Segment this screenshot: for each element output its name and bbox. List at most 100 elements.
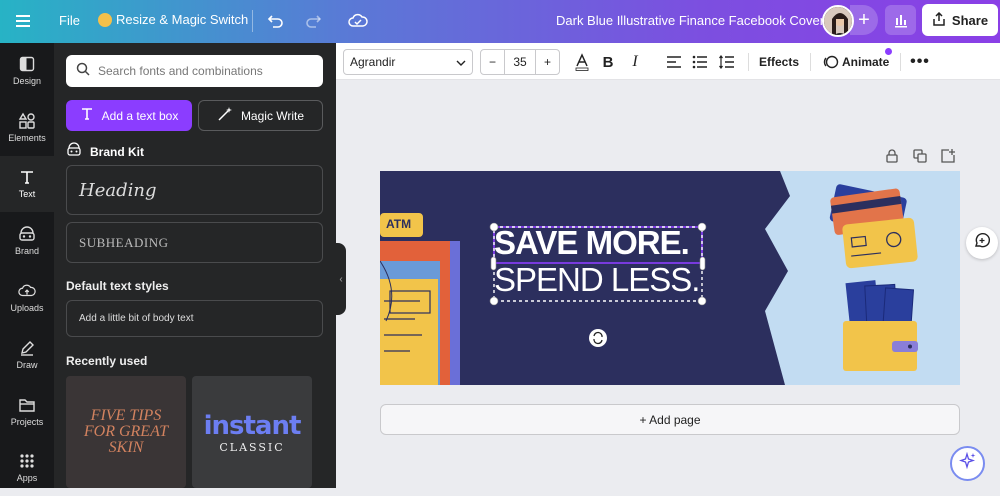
bold-icon[interactable]: B <box>598 52 618 72</box>
more-options-icon[interactable]: ••• <box>910 52 930 72</box>
resize-button[interactable]: Resize & Magic Switch <box>98 12 248 27</box>
layout-icon <box>18 55 36 73</box>
resize-label: Resize & Magic Switch <box>116 12 249 27</box>
nav-elements[interactable]: Elements <box>0 100 54 156</box>
shapes-icon <box>18 112 36 130</box>
text-color-icon[interactable] <box>572 52 592 72</box>
font-search[interactable] <box>66 55 323 87</box>
top-bar: File Resize & Magic Switch Dark Blue Ill… <box>0 0 1000 43</box>
brand-icon <box>18 225 36 243</box>
text-format-toolbar: Agrandir − 35 + B I Effects Animate ••• <box>336 43 1000 80</box>
combo-title: instant <box>203 410 302 441</box>
new-badge <box>885 48 892 55</box>
duplicate-icon[interactable] <box>912 148 928 164</box>
nav-draw[interactable]: Draw <box>0 327 54 383</box>
menu-icon[interactable] <box>14 12 34 30</box>
add-page-button[interactable]: + Add page <box>380 404 960 435</box>
font-size-stepper: − 35 + <box>480 49 560 75</box>
headline-spend-less[interactable]: SPEND LESS. <box>494 261 700 299</box>
undo-icon[interactable] <box>265 10 287 32</box>
font-family-select[interactable]: Agrandir <box>343 49 473 75</box>
divider <box>810 53 811 71</box>
spacing-icon[interactable] <box>717 52 737 72</box>
nav-design-label: Design <box>12 76 41 86</box>
nav-brand[interactable]: Brand <box>0 213 54 269</box>
nav-elements-label: Elements <box>8 133 46 143</box>
text-icon <box>18 168 36 186</box>
combo-subtitle: CLASSIC <box>219 440 285 454</box>
add-page-icon[interactable] <box>940 148 956 164</box>
grid-icon <box>18 452 36 470</box>
magic-wand-icon <box>217 106 233 125</box>
nav-projects-label: Projects <box>10 417 44 427</box>
combo-line: FOR GREAT <box>83 423 169 440</box>
share-label: Share <box>951 12 989 28</box>
animate-icon <box>821 52 841 72</box>
nav-text-label: Text <box>18 189 36 199</box>
font-size-value[interactable]: 35 <box>505 50 535 74</box>
share-icon <box>932 11 946 29</box>
nav-design[interactable]: Design <box>0 43 54 99</box>
nav-uploads-label: Uploads <box>10 303 44 313</box>
add-text-box-label: Add a text box <box>101 108 179 123</box>
search-input[interactable] <box>98 64 313 78</box>
recent-font-combo[interactable]: FIVE TIPS FOR GREAT SKIN <box>66 376 186 488</box>
combo-line: FIVE TIPS <box>90 407 162 424</box>
nav-draw-label: Draw <box>16 360 38 370</box>
italic-icon[interactable]: I <box>625 52 645 72</box>
collapse-panel-handle[interactable]: ‹ <box>336 243 346 315</box>
add-collaborator-button[interactable]: + <box>850 5 878 35</box>
avatar[interactable] <box>822 5 854 37</box>
magic-write-label: Magic Write <box>240 108 305 123</box>
insights-button[interactable] <box>885 5 916 35</box>
nav-brand-label: Brand <box>14 246 40 256</box>
brand-kit-heading[interactable]: Brand Kit <box>66 142 144 161</box>
design-page[interactable]: ATM SAVE MORE. SPEND LESS. <box>380 171 960 385</box>
divider <box>252 10 253 32</box>
folder-icon <box>18 396 36 414</box>
lock-icon[interactable] <box>884 148 900 164</box>
atm-label: ATM <box>386 217 412 231</box>
divider <box>748 53 749 71</box>
default-styles-heading: Default text styles <box>66 279 169 293</box>
cloud-upload-icon <box>18 282 36 300</box>
document-title[interactable]: Dark Blue Illustrative Finance Facebook … <box>556 13 824 28</box>
effects-button[interactable]: Effects <box>759 55 799 69</box>
magic-assistant-button[interactable] <box>950 446 985 481</box>
combo-line: SKIN <box>108 439 144 456</box>
side-navigation: Design Elements Text Brand Uploads Draw … <box>0 43 54 488</box>
divider <box>900 53 901 71</box>
chevron-down-icon <box>456 55 466 69</box>
animate-button[interactable]: Animate <box>842 55 889 69</box>
increase-size-button[interactable]: + <box>535 50 559 74</box>
pen-icon <box>18 339 36 357</box>
magic-write-button[interactable]: Magic Write <box>198 100 323 131</box>
nav-apps-label: Apps <box>16 473 38 483</box>
sparkle-icon <box>958 451 977 475</box>
text-icon <box>80 107 94 124</box>
comment-button[interactable] <box>966 227 998 259</box>
add-text-box-button[interactable]: Add a text box <box>66 100 192 131</box>
file-menu[interactable]: File <box>59 13 80 28</box>
recently-used-heading: Recently used <box>66 354 148 368</box>
crown-icon <box>98 12 112 27</box>
heading-style[interactable]: Heading <box>66 165 323 215</box>
nav-projects[interactable]: Projects <box>0 384 54 440</box>
recent-font-combo[interactable]: instant CLASSIC <box>192 376 312 488</box>
brand-kit-label: Brand Kit <box>90 144 144 159</box>
subheading-style[interactable]: SUBHEADING <box>66 222 323 263</box>
brand-icon <box>66 142 82 161</box>
comment-icon <box>973 232 991 255</box>
decrease-size-button[interactable]: − <box>481 50 505 74</box>
share-button[interactable]: Share <box>922 4 998 36</box>
body-text-style[interactable]: Add a little bit of body text <box>66 300 323 337</box>
headline-save-more[interactable]: SAVE MORE. <box>494 224 690 262</box>
text-panel: Add a text box Magic Write Brand Kit Hea… <box>54 43 336 488</box>
cloud-saved-icon[interactable] <box>347 10 369 32</box>
redo-icon[interactable] <box>302 10 324 32</box>
list-icon[interactable] <box>690 52 710 72</box>
align-left-icon[interactable] <box>664 52 684 72</box>
nav-text[interactable]: Text <box>0 156 54 212</box>
search-icon <box>76 62 90 81</box>
nav-uploads[interactable]: Uploads <box>0 270 54 326</box>
